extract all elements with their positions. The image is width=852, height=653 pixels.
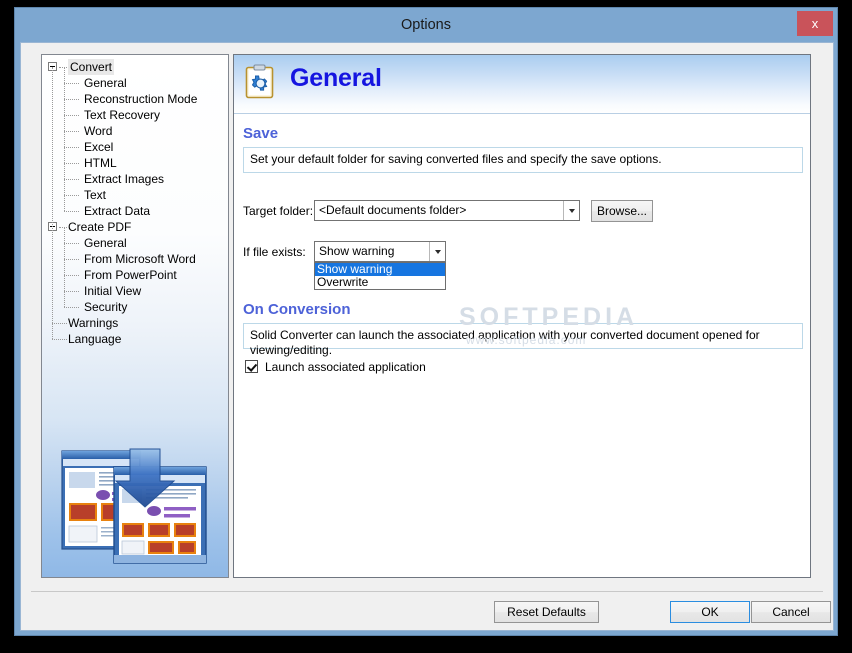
sidebar-item-label: General <box>84 236 127 250</box>
ok-button[interactable]: OK <box>670 601 750 623</box>
if-file-exists-combo[interactable]: Show warning <box>314 241 446 262</box>
sidebar-item-extract-images[interactable]: Extract Images <box>48 171 226 187</box>
tree-connector <box>64 147 79 149</box>
tree-connector <box>64 83 79 85</box>
sidebar-item-label: From Microsoft Word <box>84 252 196 266</box>
sidebar-item-label: Language <box>68 332 122 346</box>
sidebar-item-label: Reconstruction Mode <box>84 92 198 106</box>
sidebar-item-general[interactable]: General <box>48 75 226 91</box>
tree-connector <box>64 179 79 181</box>
page-title: General <box>290 64 382 92</box>
options-window: Options x Convert General Reconstruction M… <box>14 7 838 636</box>
tree-connector <box>52 339 67 341</box>
close-icon[interactable]: x <box>797 11 833 36</box>
tree-spine-convert <box>64 67 66 211</box>
sidebar-item-label: Convert <box>68 59 115 75</box>
tree-spine-createpdf <box>64 227 66 307</box>
cancel-button[interactable]: Cancel <box>751 601 831 623</box>
page-header: General <box>234 55 810 114</box>
tree-connector <box>64 99 79 101</box>
chevron-down-icon[interactable] <box>429 242 445 261</box>
settings-tree-panel: Convert General Reconstruction Mode Text Re… <box>41 54 229 578</box>
clipboard-gear-icon <box>245 64 274 99</box>
title-bar: Options x <box>15 8 837 42</box>
sidebar-item-label: Word <box>84 124 113 138</box>
sidebar-item-label: Text <box>84 188 107 202</box>
tree-connector <box>52 323 67 325</box>
reset-defaults-button[interactable]: Reset Defaults <box>494 601 599 623</box>
sidebar-item-html[interactable]: HTML <box>48 155 226 171</box>
save-section-heading: Save <box>243 125 279 142</box>
tree-spine-root <box>52 67 54 339</box>
sidebar-item-from-microsoft-word[interactable]: From Microsoft Word <box>48 251 226 267</box>
sidebar-item-label: Warnings <box>68 316 119 330</box>
dialog-footer: Reset Defaults OK Cancel <box>21 592 833 630</box>
sidebar-item-label: Security <box>84 300 128 314</box>
dialog-client-area: Convert General Reconstruction Mode Text Re… <box>20 42 834 631</box>
tree-connector <box>64 307 79 309</box>
tree-connector <box>64 211 79 213</box>
save-section-description: Set your default folder for saving conve… <box>243 147 803 173</box>
sidebar-item-warnings[interactable]: Warnings <box>48 315 226 331</box>
if-file-exists-dropdown[interactable]: Show warning Overwrite <box>314 262 446 290</box>
dropdown-option[interactable]: Overwrite <box>315 276 445 289</box>
tree-connector <box>64 275 79 277</box>
sidebar-item-extract-data[interactable]: Extract Data <box>48 203 226 219</box>
sidebar-item-label: HTML <box>84 156 117 170</box>
tree-connector <box>64 259 79 261</box>
if-file-exists-label: If file exists: <box>243 245 306 259</box>
if-file-exists-value: Show warning <box>319 244 395 258</box>
sidebar-item-label: Text Recovery <box>84 108 161 122</box>
sidebar-item-language[interactable]: Language <box>48 331 226 347</box>
sidebar-item-label: Extract Images <box>84 172 165 186</box>
browse-button[interactable]: Browse... <box>591 200 653 222</box>
tree-connector <box>64 291 79 293</box>
sidebar-item-label: Create PDF <box>68 220 132 234</box>
settings-tree[interactable]: Convert General Reconstruction Mode Text Re… <box>48 59 226 347</box>
tree-connector <box>64 131 79 133</box>
conversion-section-heading: On Conversion <box>243 301 351 318</box>
target-folder-value: <Default documents folder> <box>319 203 467 217</box>
tree-connector <box>64 115 79 117</box>
target-folder-label: Target folder: <box>243 204 314 218</box>
target-folder-combo[interactable]: <Default documents folder> <box>314 200 580 221</box>
tree-connector <box>64 243 79 245</box>
sidebar-item-convert[interactable]: Convert <box>48 59 226 75</box>
sidebar-item-label: Initial View <box>84 284 142 298</box>
window-title: Options <box>401 17 451 33</box>
sidebar-item-word[interactable]: Word <box>48 123 226 139</box>
tree-connector <box>64 163 79 165</box>
sidebar-item-text-recovery[interactable]: Text Recovery <box>48 107 226 123</box>
settings-detail-panel: General SOFTPEDIA www.softpedia.com Save… <box>233 54 811 578</box>
sidebar-item-label: Extract Data <box>84 204 151 218</box>
sidebar-item-text[interactable]: Text <box>48 187 226 203</box>
checkbox-checked-icon[interactable] <box>245 360 258 373</box>
conversion-illustration-icon <box>61 448 207 564</box>
sidebar-item-initial-view[interactable]: Initial View <box>48 283 226 299</box>
sidebar-item-security[interactable]: Security <box>48 299 226 315</box>
sidebar-item-excel[interactable]: Excel <box>48 139 226 155</box>
sidebar-item-label: Excel <box>84 140 114 154</box>
sidebar-item-general[interactable]: General <box>48 235 226 251</box>
sidebar-item-label: From PowerPoint <box>84 268 177 282</box>
sidebar-item-label: General <box>84 76 127 90</box>
sidebar-item-from-powerpoint[interactable]: From PowerPoint <box>48 267 226 283</box>
chevron-down-icon[interactable] <box>563 201 579 220</box>
sidebar-item-create-pdf[interactable]: Create PDF <box>48 219 226 235</box>
conversion-section-description: Solid Converter can launch the associate… <box>243 323 803 357</box>
tree-connector <box>64 195 79 197</box>
launch-associated-application-label: Launch associated application <box>265 360 426 374</box>
sidebar-item-reconstruction-mode[interactable]: Reconstruction Mode <box>48 91 226 107</box>
